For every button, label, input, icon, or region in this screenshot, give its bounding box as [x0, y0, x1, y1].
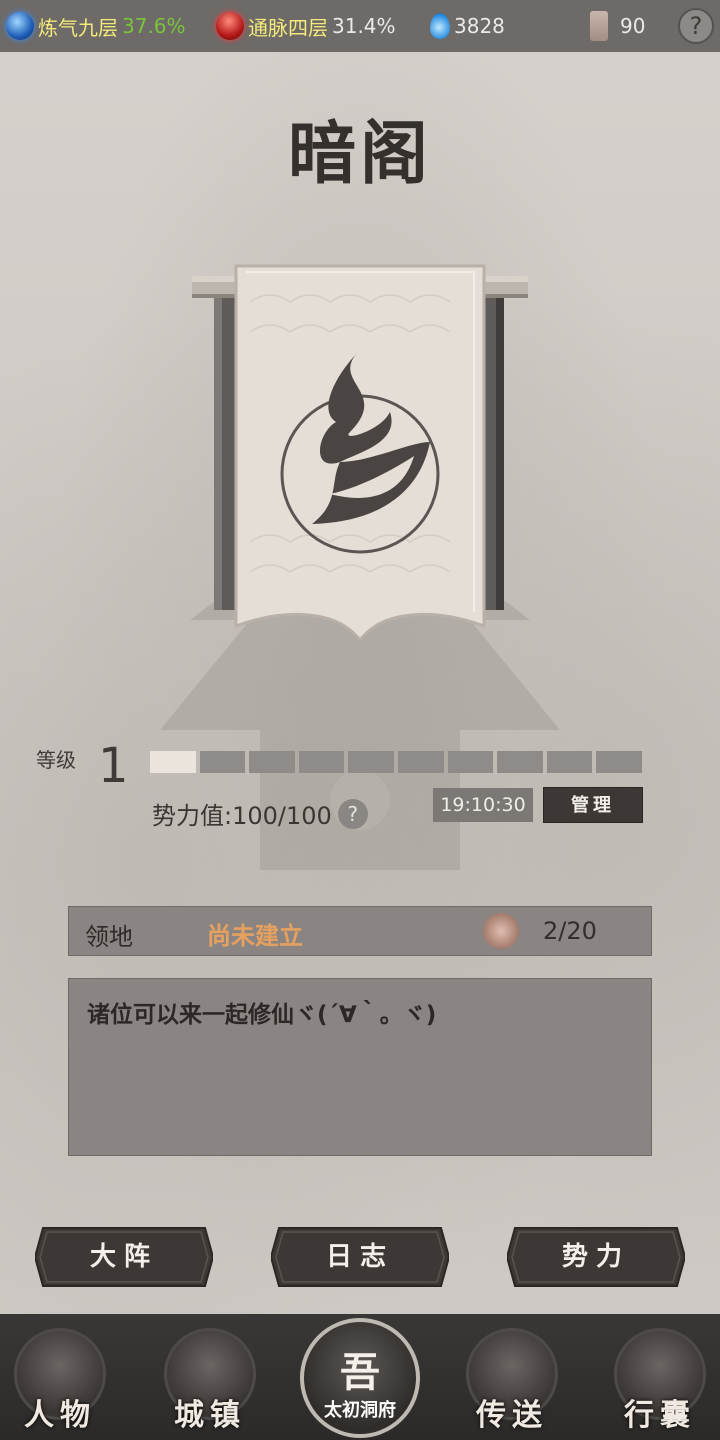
level-progress-segment [397, 751, 444, 773]
territory-label: 领地 [85, 923, 133, 951]
manage-button[interactable]: 管理 [543, 787, 643, 823]
level-progress-segment [298, 751, 345, 773]
help-button[interactable]: ? [678, 8, 714, 44]
cultivation-name: 炼气九层 [38, 15, 118, 40]
cultivation-stat[interactable]: 炼气九层 37.6% [6, 0, 186, 52]
meridian-gem-icon [212, 8, 248, 44]
faction-notice: 诸位可以来一起修仙ヾ(´∀｀。ヾ) [68, 978, 652, 1156]
nav-character[interactable]: 人物 [0, 1314, 120, 1440]
log-button[interactable]: 日志 [271, 1226, 449, 1288]
nav-character-label: 人物 [24, 1398, 96, 1433]
faction-banner-icon [192, 264, 528, 643]
nav-home[interactable]: 吾 太初洞府 [300, 1318, 420, 1438]
log-label: 日志 [325, 1242, 394, 1272]
cultivation-orb-icon [6, 12, 34, 40]
level-progress-segment [348, 751, 394, 773]
territory-status: 尚未建立 [207, 922, 303, 950]
level-progress-segment [497, 751, 543, 773]
home-glyph: 吾 [340, 1350, 380, 1396]
meridian-stat[interactable]: 通脉四层 31.4% [212, 0, 396, 52]
level-progress-segment [596, 751, 642, 773]
members-count: 2/20 [543, 917, 597, 945]
nav-teleport[interactable]: 传送 [452, 1314, 572, 1440]
nav-town[interactable]: 城镇 [150, 1314, 270, 1440]
power-row: 势力值:100/100 ? [152, 796, 368, 831]
faction-label: 势力 [561, 1242, 630, 1272]
scroll-count: 90 [620, 14, 646, 38]
level-label: 等级 [36, 748, 76, 772]
level-progress-segment [546, 751, 593, 773]
spirit-stone-count: 3828 [454, 14, 505, 38]
spirit-drop-icon [430, 13, 450, 39]
bottom-navigation: 人物 城镇 吾 太初洞府 传送 行囊 [0, 1314, 720, 1440]
power-value: 势力值:100/100 [152, 802, 332, 830]
nav-bag[interactable]: 行囊 [600, 1314, 720, 1440]
scroll-stat[interactable]: 90 [590, 0, 645, 52]
level-progress-segment [249, 751, 295, 773]
nav-home-label: 太初洞府 [324, 1400, 396, 1421]
level-progress-segment [199, 751, 246, 773]
meridian-name: 通脉四层 [248, 15, 328, 40]
territory-panel: 领地 尚未建立 2/20 [68, 906, 652, 956]
level-progress-segment [150, 751, 196, 773]
members-icon [483, 913, 519, 949]
nav-teleport-label: 传送 [476, 1398, 548, 1433]
meridian-percent: 31.4% [332, 14, 396, 38]
status-bar: 炼气九层 37.6% 通脉四层 31.4% 3828 90 ? [0, 0, 720, 52]
level-progress-segment [447, 751, 494, 773]
level-progress-bar [150, 751, 642, 773]
page-title: 暗阁 [287, 115, 432, 194]
cultivation-percent: 37.6% [122, 14, 186, 38]
power-help-icon[interactable]: ? [337, 798, 368, 829]
scroll-icon [590, 11, 608, 41]
nav-town-label: 城镇 [174, 1398, 246, 1433]
formation-label: 大阵 [89, 1242, 158, 1272]
level-value: 1 [98, 738, 129, 794]
spirit-stone-stat[interactable]: 3828 [430, 0, 505, 52]
nav-bag-label: 行囊 [624, 1398, 696, 1433]
faction-button[interactable]: 势力 [507, 1226, 685, 1288]
formation-button[interactable]: 大阵 [35, 1226, 213, 1288]
timer-display: 19:10:30 [433, 788, 533, 822]
